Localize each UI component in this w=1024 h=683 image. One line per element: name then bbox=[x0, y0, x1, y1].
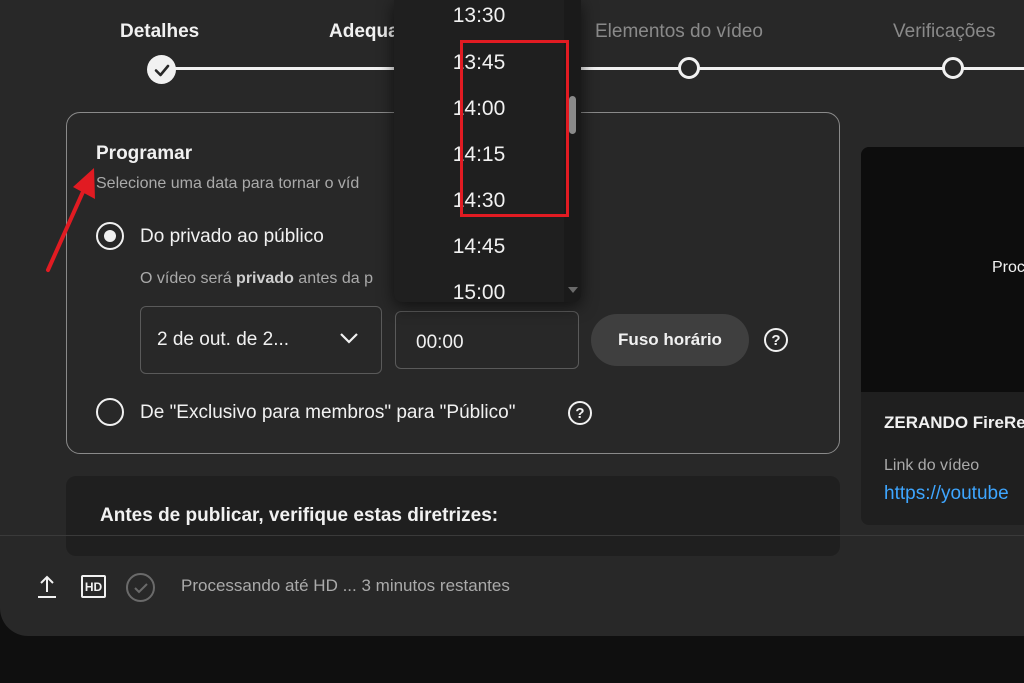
help-icon[interactable]: ? bbox=[568, 401, 592, 425]
help-icon[interactable]: ? bbox=[764, 328, 788, 352]
step-checks[interactable]: Verificações bbox=[893, 21, 995, 43]
time-option[interactable]: 14:45 bbox=[394, 235, 564, 259]
time-value: 00:00 bbox=[416, 332, 464, 353]
dropdown-scroll-thumb[interactable] bbox=[569, 96, 576, 134]
guidelines-title: Antes de publicar, verifique estas diret… bbox=[100, 505, 499, 526]
step-monetization[interactable]: Adequa bbox=[329, 21, 399, 43]
private-hint: O vídeo será privado antes da p bbox=[140, 270, 374, 287]
radio-members-to-public-label[interactable]: De "Exclusivo para membros" para "Públic… bbox=[140, 402, 515, 424]
radio-private-to-public[interactable] bbox=[96, 222, 124, 250]
video-link-label: Link do vídeo bbox=[884, 457, 980, 474]
timezone-button[interactable]: Fuso horário bbox=[591, 314, 749, 366]
schedule-subtitle: Selecione uma data para tornar o víd bbox=[96, 175, 360, 192]
footer-divider bbox=[0, 535, 1024, 536]
step-details[interactable]: Detalhes bbox=[120, 21, 199, 43]
time-input[interactable]: 00:00 bbox=[395, 311, 579, 369]
hd-icon[interactable]: HD bbox=[81, 575, 106, 598]
radio-private-to-public-label[interactable]: Do privado ao público bbox=[140, 226, 324, 248]
highlight-box bbox=[460, 40, 569, 217]
preview-video-title: ZERANDO FireRe bbox=[884, 413, 1024, 432]
step-done-indicator[interactable] bbox=[147, 55, 176, 84]
step-dot-video-elements[interactable] bbox=[678, 57, 700, 79]
date-value: 2 de out. de 2... bbox=[157, 329, 290, 350]
step-dot-checks[interactable] bbox=[942, 57, 964, 79]
stepper-line bbox=[162, 67, 1024, 70]
time-option[interactable]: 15:00 bbox=[394, 281, 564, 302]
video-link[interactable]: https://youtube bbox=[884, 483, 1009, 505]
processing-label: Proc bbox=[992, 259, 1024, 276]
date-select[interactable]: 2 de out. de 2... bbox=[140, 306, 382, 374]
chevron-down-icon bbox=[340, 333, 358, 344]
radio-members-to-public[interactable] bbox=[96, 398, 124, 426]
check-circle-icon[interactable] bbox=[126, 573, 155, 602]
step-video-elements[interactable]: Elementos do vídeo bbox=[595, 21, 763, 43]
schedule-title: Programar bbox=[96, 143, 193, 164]
check-icon bbox=[154, 64, 169, 76]
red-arrow-icon bbox=[46, 168, 95, 272]
scroll-down-icon[interactable] bbox=[568, 287, 578, 293]
time-option[interactable]: 13:30 bbox=[394, 4, 564, 28]
video-preview-panel: Proc ZERANDO FireRe Link do vídeo https:… bbox=[861, 147, 1024, 525]
upload-icon[interactable] bbox=[37, 575, 57, 599]
processing-status: Processando até HD ... 3 minutos restant… bbox=[181, 576, 510, 595]
